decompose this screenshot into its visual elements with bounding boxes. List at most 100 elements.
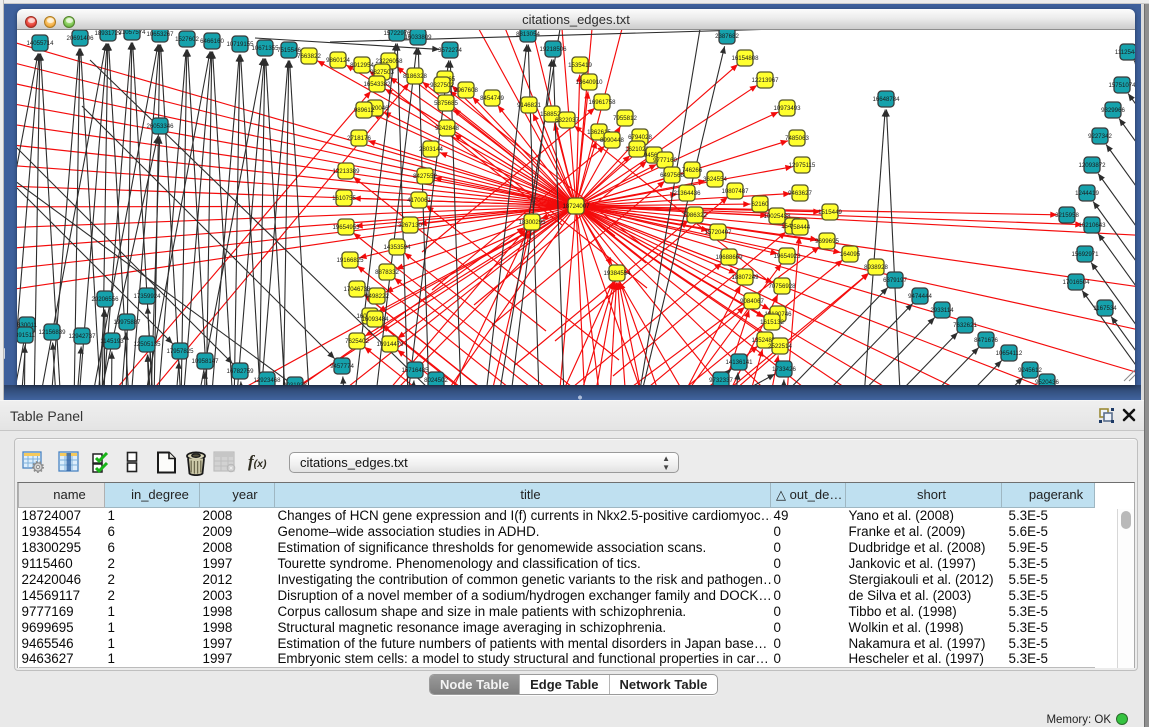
svg-text:12942737: 12942737: [68, 333, 96, 340]
svg-text:16210643: 16210643: [1078, 222, 1106, 229]
svg-text:9245612: 9245612: [1018, 367, 1042, 374]
svg-text:8878332: 8878332: [375, 269, 399, 276]
svg-text:12923468: 12923468: [253, 377, 281, 384]
svg-text:14136141: 14136141: [725, 359, 753, 366]
svg-text:18300295: 18300295: [518, 219, 546, 226]
svg-text:18807249: 18807249: [731, 274, 759, 281]
svg-text:8813054: 8813054: [516, 31, 540, 38]
svg-text:6466160: 6466160: [200, 38, 224, 45]
svg-text:70756928: 70756928: [768, 283, 796, 290]
svg-text:1615132: 1615132: [760, 319, 784, 326]
svg-text:989612: 989612: [354, 107, 375, 114]
svg-text:4170061: 4170061: [407, 197, 431, 204]
svg-text:10671355: 10671355: [251, 45, 279, 52]
svg-text:1535419: 1535419: [568, 62, 592, 69]
svg-text:9327502: 9327502: [430, 82, 454, 89]
svg-text:7986322: 7986322: [683, 212, 707, 219]
svg-text:10688609: 10688609: [715, 254, 743, 261]
svg-text:8990448: 8990448: [600, 137, 624, 144]
svg-text:62160: 62160: [752, 201, 770, 208]
svg-text:1515449: 1515449: [818, 209, 842, 216]
svg-text:3572274: 3572274: [438, 47, 462, 54]
svg-text:26053346: 26053346: [146, 123, 174, 130]
svg-text:7485063: 7485063: [785, 135, 809, 142]
svg-text:2387682: 2387682: [715, 33, 739, 40]
svg-text:1145193: 1145193: [100, 338, 124, 345]
svg-text:15751074: 15751074: [1108, 82, 1135, 89]
svg-text:19654953: 19654953: [332, 224, 360, 231]
svg-text:10973493: 10973493: [773, 105, 801, 112]
svg-text:9457774: 9457774: [330, 363, 354, 370]
svg-text:10958147: 10958147: [191, 358, 219, 365]
svg-text:9860124: 9860124: [326, 57, 350, 64]
svg-text:18724007: 18724007: [562, 203, 590, 210]
svg-text:13640910: 13640910: [575, 79, 603, 86]
svg-text:21057574: 21057574: [118, 30, 146, 36]
svg-text:164095: 164095: [840, 251, 861, 258]
svg-text:3267130: 3267130: [398, 222, 422, 229]
svg-text:16154808: 16154808: [731, 55, 759, 62]
svg-text:9146821: 9146821: [517, 102, 541, 109]
svg-text:3215958: 3215958: [1055, 212, 1079, 219]
svg-text:8427552: 8427552: [413, 173, 437, 180]
svg-text:9498222: 9498222: [365, 293, 389, 300]
svg-text:8454749: 8454749: [480, 95, 504, 102]
svg-text:12156839: 12156839: [38, 329, 66, 336]
svg-text:9227342: 9227342: [1088, 133, 1112, 140]
svg-text:7663822: 7663822: [297, 53, 321, 60]
svg-text:19218506: 19218506: [539, 46, 567, 53]
svg-text:758444: 758444: [790, 224, 811, 231]
svg-text:7632621: 7632621: [953, 322, 977, 329]
svg-text:16914479: 16914479: [376, 341, 404, 348]
svg-text:6497568: 6497568: [660, 172, 684, 179]
svg-text:15692971: 15692971: [1071, 251, 1099, 258]
svg-text:9031938: 9031938: [283, 382, 307, 385]
svg-text:6322037: 6322037: [555, 117, 579, 124]
svg-text:12213967: 12213967: [751, 77, 779, 84]
svg-text:9474444: 9474444: [908, 293, 932, 300]
svg-text:15716485: 15716485: [401, 367, 429, 374]
svg-text:9329966: 9329966: [1101, 107, 1125, 114]
svg-text:20691406: 20691406: [66, 35, 94, 42]
svg-text:7625402: 7625402: [345, 338, 369, 345]
svg-text:7955812: 7955812: [613, 115, 637, 122]
svg-text:16093484: 16093484: [361, 316, 389, 323]
svg-text:19975887: 19975887: [113, 319, 141, 326]
svg-text:17046738: 17046738: [343, 286, 371, 293]
svg-text:17359924: 17359924: [133, 293, 161, 300]
svg-text:14055714: 14055714: [26, 40, 54, 47]
svg-text:16961758: 16961758: [588, 99, 616, 106]
svg-text:16648784: 16648784: [872, 96, 900, 103]
svg-text:15720407: 15720407: [704, 229, 732, 236]
svg-text:19166825: 19166825: [336, 257, 364, 264]
svg-text:9827503: 9827503: [370, 69, 394, 76]
svg-text:391511: 391511: [17, 332, 36, 339]
svg-text:2967608: 2967608: [454, 87, 478, 94]
svg-text:1527602: 1527602: [175, 36, 199, 43]
svg-text:3624554: 3624554: [703, 176, 727, 183]
svg-text:6379197: 6379197: [883, 277, 907, 284]
svg-text:9520436: 9520436: [1035, 379, 1059, 385]
svg-text:12213389: 12213389: [332, 168, 360, 175]
svg-text:19384554: 19384554: [603, 270, 631, 277]
svg-text:8024502: 8024502: [424, 377, 448, 384]
svg-text:17957825: 17957825: [166, 348, 194, 355]
svg-text:9463627: 9463627: [788, 190, 812, 197]
svg-text:19654923: 19654923: [773, 253, 801, 260]
svg-text:5875685: 5875685: [434, 100, 458, 107]
svg-text:16543382: 16543382: [363, 81, 391, 88]
svg-text:9084067: 9084067: [740, 298, 764, 305]
svg-text:20206556: 20206556: [91, 296, 119, 303]
svg-text:12093872: 12093872: [1078, 162, 1106, 169]
svg-text:2803144: 2803144: [419, 146, 443, 153]
svg-text:1244419: 1244419: [1075, 190, 1099, 197]
svg-text:16033809: 16033809: [404, 34, 432, 41]
svg-text:17016504: 17016504: [1062, 279, 1090, 286]
svg-text:2718176: 2718176: [347, 135, 371, 142]
svg-text:746266: 746266: [682, 167, 703, 174]
svg-text:10807487: 10807487: [721, 188, 749, 195]
svg-text:9242848: 9242848: [435, 125, 459, 132]
svg-text:14353594: 14353594: [383, 244, 411, 251]
svg-text:8471676: 8471676: [974, 337, 998, 344]
svg-text:8912954: 8912954: [350, 62, 374, 69]
